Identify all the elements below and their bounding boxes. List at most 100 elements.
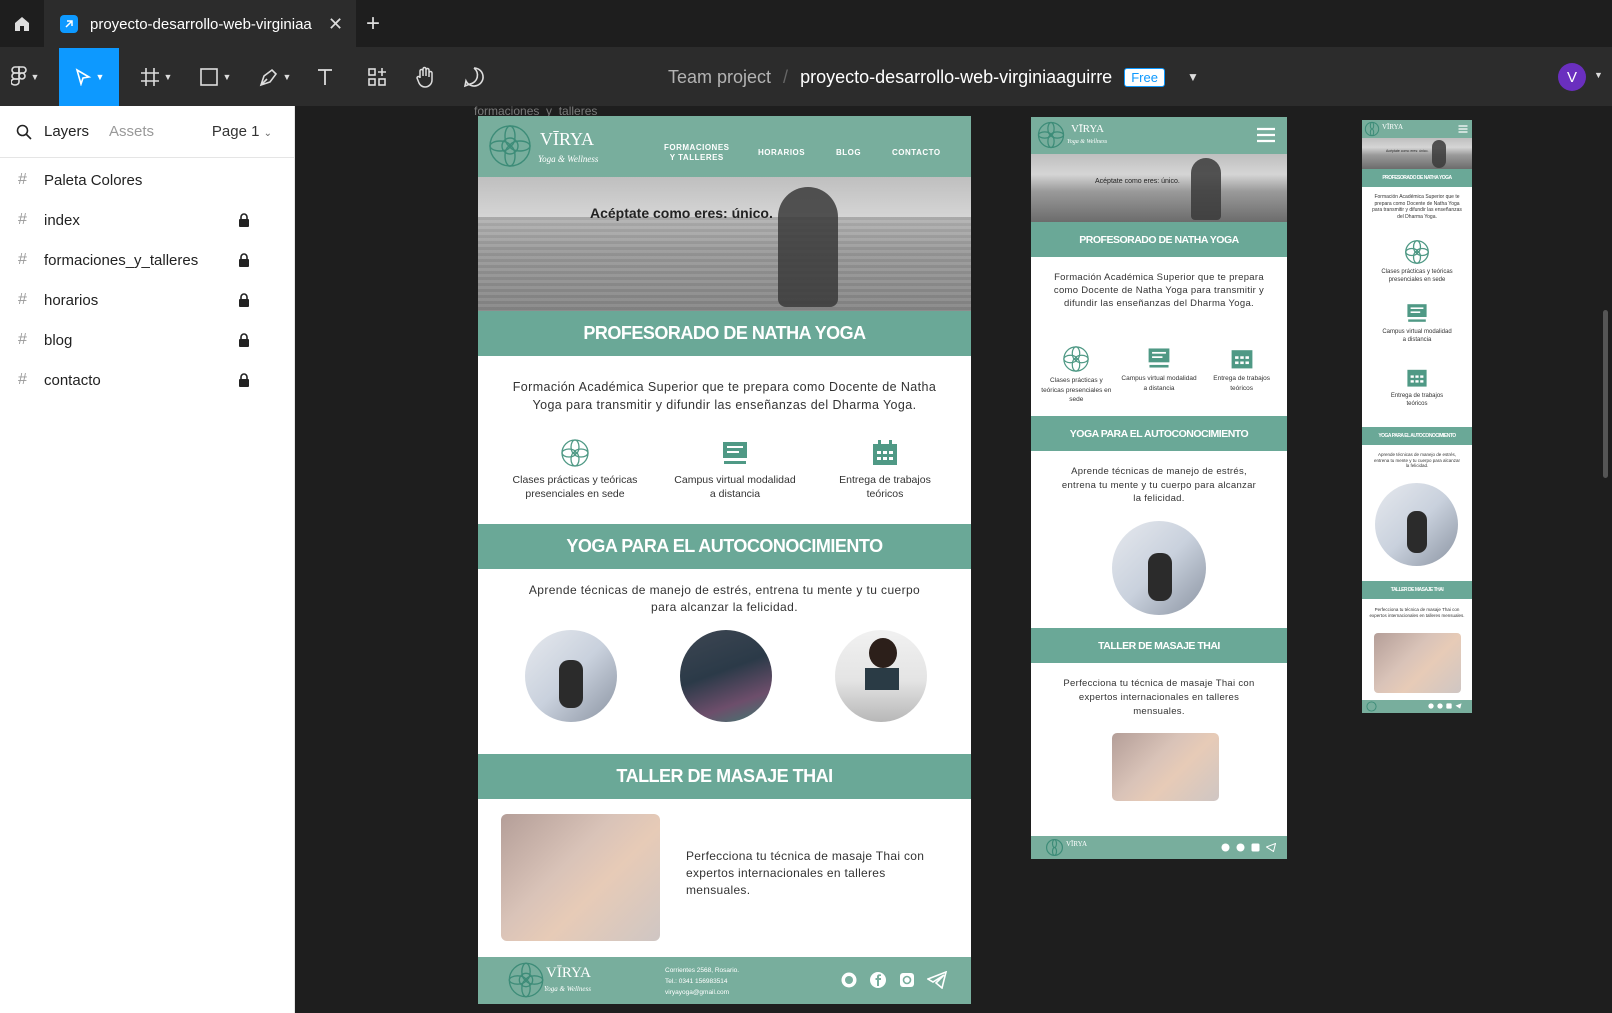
frame-desktop[interactable]: VĪRYA Yoga & Wellness FORMACIONES Y TALL… — [478, 116, 971, 1004]
section-title-profesorado: PROFESORADO DE NATHA YOGA — [1362, 169, 1472, 187]
home-icon — [14, 17, 29, 31]
home-button[interactable] — [0, 0, 43, 48]
social-icons — [1221, 843, 1276, 852]
site-header: VĪRYA Yoga & Wellness FORMACIONES Y TALL… — [478, 116, 971, 177]
facebook-icon[interactable] — [1437, 703, 1443, 709]
footer-phone: Tel.: 0341 156983514 — [665, 978, 728, 985]
chevron-down-icon[interactable]: ▼ — [1187, 70, 1199, 84]
nav-item[interactable]: BLOG — [836, 148, 861, 158]
frame-mobile[interactable]: VĪRYA Acéptate como eres: único. PROFESO… — [1362, 120, 1472, 713]
whatsapp-icon[interactable] — [1221, 843, 1230, 852]
frame-tool[interactable]: ▼ — [132, 48, 180, 106]
feature-label: Clases prácticas y teóricas presenciales… — [1381, 269, 1453, 283]
search-icon[interactable] — [16, 124, 32, 140]
telegram-icon[interactable] — [927, 971, 947, 989]
footer-brand-subtitle: Yoga & Wellness — [544, 985, 591, 993]
site-header: VĪRYA Yoga & Wellness — [1031, 117, 1287, 154]
frame-icon: # — [18, 251, 27, 268]
text-tool[interactable] — [310, 48, 340, 106]
feature-label: Clases prácticas y teóricas presenciales… — [1041, 377, 1112, 403]
page-selector[interactable]: Page 1 ⌄ — [212, 123, 272, 140]
feature-label: Entrega de trabajos teóricos — [1390, 393, 1444, 407]
telegram-icon[interactable] — [1455, 703, 1462, 709]
layer-item[interactable]: # horarios — [0, 280, 294, 320]
breadcrumb-separator: / — [783, 66, 789, 87]
instagram-icon[interactable] — [1251, 843, 1260, 852]
feature-assignments: Entrega de trabajos teóricos — [1204, 345, 1280, 405]
panel-header: Layers Assets Page 1 ⌄ — [0, 106, 294, 158]
nav-item[interactable]: FORMACIONES Y TALLERES — [664, 143, 730, 163]
footer-contact: Corrientes 2568, Rosario. Tel.: 0341 156… — [665, 965, 739, 998]
avatar[interactable]: V — [1558, 63, 1586, 91]
plan-badge[interactable]: Free — [1124, 67, 1165, 87]
new-tab-button[interactable]: + — [366, 10, 380, 38]
resources-tool[interactable] — [362, 48, 392, 106]
lock-icon[interactable] — [238, 253, 250, 267]
feature-label: Campus virtual modalidad a distancia — [1382, 329, 1452, 343]
hand-tool[interactable] — [410, 48, 440, 106]
frame-tablet[interactable]: VĪRYA Yoga & Wellness Acéptate como eres… — [1031, 117, 1287, 859]
pen-icon — [259, 68, 277, 87]
main-menu-button[interactable]: ▼ — [0, 48, 50, 106]
close-tab-icon[interactable]: ✕ — [328, 14, 343, 35]
mandala-logo-icon — [1037, 121, 1065, 149]
pen-tool[interactable]: ▼ — [252, 48, 298, 106]
file-tab[interactable]: proyecto-desarrollo-web-virginiaa ✕ — [44, 0, 356, 48]
move-tool[interactable]: ▼ — [59, 48, 119, 106]
hamburger-menu-icon[interactable] — [1458, 124, 1468, 134]
tab-bar: proyecto-desarrollo-web-virginiaa ✕ + — [0, 0, 1612, 48]
mandala-logo-icon — [1366, 701, 1377, 712]
layer-item[interactable]: # Paleta Colores — [0, 160, 294, 200]
tab-assets[interactable]: Assets — [109, 123, 154, 140]
whatsapp-icon[interactable] — [1428, 703, 1434, 709]
hamburger-menu-icon[interactable] — [1256, 126, 1276, 144]
canvas-scrollbar[interactable] — [1603, 310, 1608, 478]
yoga-description: Aprende técnicas de manejo de estrés, en… — [1373, 452, 1461, 468]
shape-tool[interactable]: ▼ — [192, 48, 238, 106]
yoga-person-figure — [1432, 140, 1446, 168]
footer-brand-name: VĪRYA — [546, 965, 592, 981]
feature-campus: Campus virtual modalidad a distancia — [670, 438, 800, 508]
lock-icon[interactable] — [238, 293, 250, 307]
tab-layers[interactable]: Layers — [44, 123, 89, 140]
feature-classes: Clases prácticas y teóricas presenciales… — [1367, 239, 1467, 284]
section-title-profesorado: PROFESORADO DE NATHA YOGA — [478, 311, 971, 356]
instagram-icon[interactable] — [1446, 703, 1452, 709]
lock-icon[interactable] — [238, 213, 250, 227]
lock-icon[interactable] — [238, 373, 250, 387]
feature-label: Clases prácticas y teóricas presenciales… — [512, 474, 638, 500]
lock-icon[interactable] — [238, 333, 250, 347]
chevron-down-icon: ▼ — [282, 72, 292, 82]
project-title[interactable]: proyecto-desarrollo-web-virginiaaguirre — [800, 67, 1112, 88]
nav-item[interactable]: HORARIOS — [758, 148, 805, 158]
chevron-down-icon[interactable]: ▼ — [1594, 70, 1603, 80]
tab-title: proyecto-desarrollo-web-virginiaa — [90, 15, 312, 33]
feature-campus: Campus virtual modalidad a distancia — [1367, 301, 1467, 344]
frame-icon: # — [18, 371, 27, 388]
whatsapp-icon[interactable] — [840, 971, 858, 989]
frame-icon: # — [18, 291, 27, 308]
chevron-down-icon: ⌄ — [263, 128, 272, 139]
team-link[interactable]: Team project — [668, 67, 771, 88]
feature-label: Entrega de trabajos teóricos — [839, 474, 931, 500]
instagram-icon[interactable] — [898, 971, 916, 989]
comment-tool[interactable] — [459, 48, 489, 106]
telegram-icon[interactable] — [1266, 843, 1276, 852]
layer-item[interactable]: # blog — [0, 320, 294, 360]
layer-item[interactable]: # contacto — [0, 360, 294, 400]
facebook-icon[interactable] — [1236, 843, 1245, 852]
text-icon — [318, 69, 332, 85]
layer-item[interactable]: # index — [0, 200, 294, 240]
cursor-icon — [75, 68, 91, 86]
social-icons — [840, 971, 947, 989]
components-icon — [368, 68, 386, 86]
facebook-icon[interactable] — [869, 971, 887, 989]
nav-item[interactable]: CONTACTO — [892, 148, 941, 158]
hero-image: Acéptate como eres: único. — [478, 177, 971, 311]
layer-name: formaciones_y_talleres — [44, 251, 199, 269]
layer-name: blog — [44, 331, 73, 349]
layer-item[interactable]: # formaciones_y_talleres — [0, 240, 294, 280]
monitor-icon — [1407, 304, 1427, 322]
frame-icon: # — [18, 331, 27, 348]
mandala-logo-icon — [1364, 121, 1380, 137]
